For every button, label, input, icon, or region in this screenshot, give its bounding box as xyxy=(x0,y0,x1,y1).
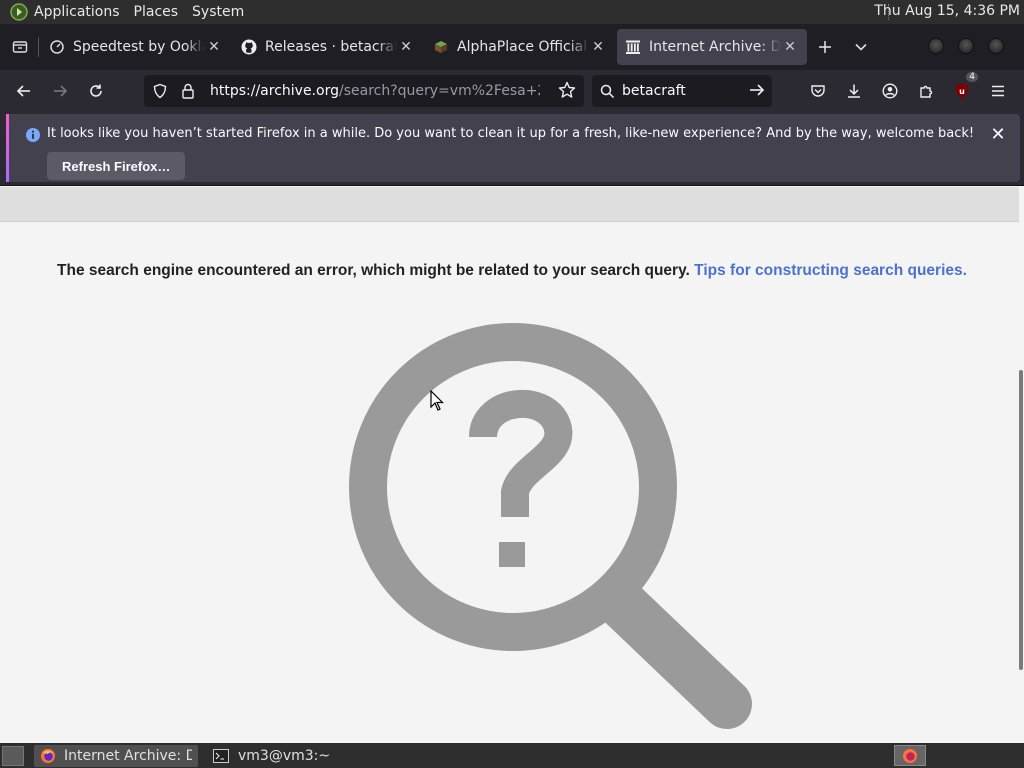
account-button[interactable] xyxy=(872,75,908,107)
tracking-protection-shield-icon[interactable] xyxy=(148,83,172,99)
search-icon xyxy=(592,84,622,99)
reload-icon xyxy=(90,84,102,97)
plus-icon xyxy=(819,41,831,53)
bookmark-star-icon[interactable] xyxy=(558,81,576,103)
notification-message: It looks like you haven’t started Firefo… xyxy=(47,126,975,141)
applications-menu[interactable]: Applications xyxy=(34,4,120,20)
taskbar-item-firefox[interactable]: Internet Archive: Di… xyxy=(34,744,198,767)
refresh-firefox-button[interactable]: Refresh Firefox… xyxy=(47,152,186,180)
address-bar[interactable]: https://archive.org/search?query=vm%2Fes… xyxy=(144,75,584,107)
downloads-button[interactable] xyxy=(836,75,872,107)
close-window-button[interactable] xyxy=(988,38,1004,54)
show-desktop-button[interactable] xyxy=(2,745,24,766)
speedtest-icon xyxy=(49,39,65,55)
window-controls xyxy=(928,38,1004,54)
notification-box: It looks like you haven’t started Firefo… xyxy=(6,114,1020,182)
puzzle-icon xyxy=(920,85,933,98)
url-text[interactable]: https://archive.org/search?query=vm%2Fes… xyxy=(210,83,540,99)
tab-divider xyxy=(38,37,39,57)
bottom-taskbar: Internet Archive: Di… vm3@vm3:~ xyxy=(0,743,1024,768)
page-scrollbar[interactable] xyxy=(1019,370,1023,670)
svg-text:u: u xyxy=(959,87,965,96)
extensions-button[interactable] xyxy=(908,75,944,107)
search-error-message: The search engine encountered an error, … xyxy=(0,262,1024,280)
mouse-pointer-icon xyxy=(430,390,444,411)
tab-alphaplace[interactable]: AlphaPlace Official ✕ xyxy=(425,29,615,65)
search-bar[interactable]: betacraft xyxy=(592,75,772,107)
search-go-icon[interactable] xyxy=(748,81,766,103)
places-menu[interactable]: Places xyxy=(134,4,179,20)
tab-title: Releases · betacraftuk/betacraft-launche… xyxy=(265,39,397,55)
chevron-down-icon xyxy=(855,43,867,51)
arrow-right-icon xyxy=(54,85,68,97)
navigation-toolbar: https://archive.org/search?query=vm%2Fes… xyxy=(0,70,1024,112)
taskbar-item-terminal[interactable]: vm3@vm3:~ xyxy=(206,745,366,767)
tab-close-icon[interactable]: ✕ xyxy=(781,39,799,55)
firefox-view-button[interactable] xyxy=(2,29,38,65)
distro-logo-icon[interactable] xyxy=(10,3,28,21)
workspace-switcher[interactable] xyxy=(894,745,926,766)
github-icon xyxy=(241,39,257,55)
reload-button[interactable] xyxy=(78,75,114,107)
tab-title: Speedtest by Ookla - The Global Broadban… xyxy=(73,39,205,55)
forward-button[interactable] xyxy=(42,75,78,107)
tab-speedtest[interactable]: Speedtest by Ookla - The Global Broadban… xyxy=(41,29,231,65)
ublock-shield-icon: u xyxy=(955,83,969,99)
info-icon xyxy=(25,127,41,147)
refresh-firefox-notification: It looks like you haven’t started Firefo… xyxy=(0,112,1024,186)
tab-strip: Speedtest by Ookla - The Global Broadban… xyxy=(0,24,1024,70)
taskbar-item-label: Internet Archive: Di… xyxy=(64,747,192,764)
tab-close-icon[interactable]: ✕ xyxy=(397,39,415,55)
firefox-icon xyxy=(40,747,56,765)
download-icon xyxy=(848,84,860,98)
list-all-tabs-button[interactable] xyxy=(843,29,879,65)
tab-close-icon[interactable]: ✕ xyxy=(205,39,223,55)
tab-title: Internet Archive: Digital Library xyxy=(649,39,781,55)
ublock-origin-button[interactable]: u 4 xyxy=(944,72,980,107)
panel-clock[interactable]: Thu Aug 15, 4:36 PM xyxy=(874,3,1020,19)
tab-close-icon[interactable]: ✕ xyxy=(589,39,607,55)
url-host: https://archive.org xyxy=(210,83,339,99)
extension-count-badge: 4 xyxy=(966,72,978,82)
tab-internet-archive[interactable]: Internet Archive: Digital Library ✕ xyxy=(617,29,807,65)
page-content: The search engine encountered an error, … xyxy=(0,187,1024,743)
url-path: /search?query=vm%2Fesa+2.40 xyxy=(338,83,540,99)
pocket-icon xyxy=(811,85,825,97)
system-menu[interactable]: System xyxy=(192,4,244,20)
firefox-icon xyxy=(903,748,917,763)
app-menu-button[interactable] xyxy=(980,75,1016,107)
site-header-strip xyxy=(0,187,1019,222)
error-text: The search engine encountered an error, … xyxy=(57,262,690,279)
minimize-button[interactable] xyxy=(928,38,944,54)
search-input[interactable]: betacraft xyxy=(622,83,686,99)
maximize-button[interactable] xyxy=(958,38,974,54)
desktop-screen: Applications Places System Thu Aug 15, 4… xyxy=(0,0,1024,768)
hamburger-menu-icon xyxy=(992,85,1004,97)
top-panel: Applications Places System Thu Aug 15, 4… xyxy=(0,0,1024,24)
new-tab-button[interactable] xyxy=(807,29,843,65)
tab-title: AlphaPlace Official xyxy=(457,39,588,55)
grass-block-icon xyxy=(433,39,449,55)
tab-github-releases[interactable]: Releases · betacraftuk/betacraft-launche… xyxy=(233,29,423,65)
magnifier-question-icon xyxy=(349,323,752,729)
terminal-icon xyxy=(212,747,230,765)
firefox-view-icon xyxy=(12,41,28,53)
toolbar-right-buttons: u 4 xyxy=(800,72,1016,107)
pocket-button[interactable] xyxy=(800,75,836,107)
account-icon xyxy=(882,83,898,99)
taskbar-item-label: vm3@vm3:~ xyxy=(238,747,331,764)
back-button[interactable] xyxy=(6,75,42,107)
archive-icon xyxy=(625,39,641,55)
lock-icon[interactable] xyxy=(176,83,200,99)
close-icon[interactable]: ✕ xyxy=(986,122,1010,146)
arrow-left-icon xyxy=(16,85,30,97)
search-tips-link[interactable]: Tips for constructing search queries. xyxy=(694,262,967,279)
